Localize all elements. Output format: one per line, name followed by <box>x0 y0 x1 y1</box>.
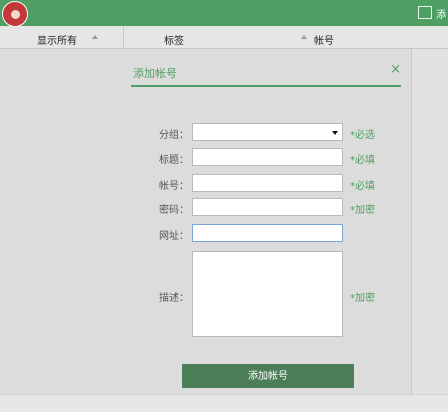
add-account-dialog: 添加帐号 × 分组： *必选 标题： *必填 帐号： *必填 密码： *加密 网… <box>123 57 411 394</box>
bottom-bar <box>0 394 448 412</box>
column-show-all[interactable]: 显示所有 <box>37 32 77 47</box>
chevron-down-icon <box>332 131 338 135</box>
account-input[interactable] <box>192 174 343 192</box>
url-input[interactable] <box>192 224 343 242</box>
title-hint: *必填 <box>350 155 375 166</box>
close-icon[interactable]: × <box>390 62 401 77</box>
description-label: 描述： <box>159 293 189 304</box>
group-select[interactable] <box>192 123 343 141</box>
account-hint: *必填 <box>350 181 375 192</box>
group-label: 分组： <box>159 130 189 141</box>
user-menu-label: 添 <box>436 10 446 21</box>
password-label: 密码： <box>159 205 189 216</box>
column-header-bar: 显示所有 标签 帐号 <box>0 26 448 49</box>
sort-up-icon[interactable] <box>92 35 98 39</box>
column-account[interactable]: 帐号 <box>314 32 334 47</box>
group-sidebar <box>0 49 123 394</box>
user-menu[interactable]: 添 <box>415 4 448 22</box>
app-logo-icon <box>2 1 28 27</box>
dialog-title: 添加帐号 <box>133 67 177 80</box>
description-textarea[interactable] <box>192 251 343 337</box>
title-divider <box>131 85 401 87</box>
add-account-button[interactable]: 添加帐号 <box>182 364 354 388</box>
column-divider <box>123 26 124 49</box>
column-tags[interactable]: 标签 <box>164 32 184 47</box>
title-bar: 添 <box>0 0 448 27</box>
url-label: 网址： <box>159 231 189 242</box>
password-input[interactable] <box>192 198 343 216</box>
group-hint: *必选 <box>350 130 375 141</box>
description-hint: *加密 <box>350 293 375 304</box>
title-input[interactable] <box>192 148 343 166</box>
password-hint: *加密 <box>350 205 375 216</box>
right-panel <box>412 49 448 394</box>
title-label: 标题： <box>159 155 189 166</box>
users-icon <box>418 6 432 19</box>
sort-up-icon[interactable] <box>301 35 307 39</box>
account-label: 帐号： <box>159 181 189 192</box>
